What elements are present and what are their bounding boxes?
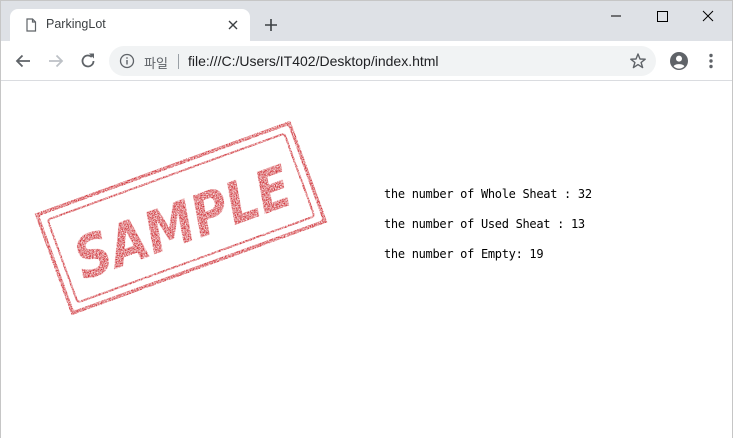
browser-window: ParkingLot 파일 file:///C:/Users/IT402/Des… <box>0 0 733 438</box>
more-menu-icon[interactable] <box>701 51 721 71</box>
tab-strip: ParkingLot <box>1 1 732 41</box>
page-content: SAMPLE the number of Whole Sheat : 32 th… <box>1 82 732 438</box>
minimize-icon[interactable] <box>593 1 639 31</box>
tab-parkinglot[interactable]: ParkingLot <box>10 9 250 41</box>
document-icon <box>26 18 37 32</box>
back-arrow-icon[interactable] <box>13 51 33 71</box>
omnibox-divider <box>178 54 179 69</box>
sample-stamp-image: SAMPLE <box>32 118 330 318</box>
url-text[interactable]: file:///C:/Users/IT402/Desktop/index.htm… <box>188 53 439 69</box>
close-tab-icon[interactable] <box>225 17 241 33</box>
parking-stats: the number of Whole Sheat : 32 the numbe… <box>384 186 592 276</box>
security-label: 파일 <box>144 57 168 72</box>
forward-arrow-icon[interactable] <box>46 51 66 71</box>
address-bar[interactable]: 파일 file:///C:/Users/IT402/Desktop/index.… <box>109 46 656 76</box>
used-seat-count: the number of Used Sheat : 13 <box>384 217 585 231</box>
close-window-icon[interactable] <box>685 1 731 31</box>
whole-seat-count: the number of Whole Sheat : 32 <box>384 187 592 201</box>
browser-toolbar: 파일 file:///C:/Users/IT402/Desktop/index.… <box>1 41 732 81</box>
maximize-icon[interactable] <box>639 1 685 31</box>
reload-icon[interactable] <box>78 51 98 71</box>
bookmark-star-icon[interactable] <box>629 52 647 70</box>
info-icon[interactable] <box>119 53 135 69</box>
profile-avatar-icon[interactable] <box>669 51 689 71</box>
empty-seat-count: the number of Empty: 19 <box>384 247 544 261</box>
new-tab-icon[interactable] <box>263 17 279 33</box>
tab-title: ParkingLot <box>46 17 106 31</box>
